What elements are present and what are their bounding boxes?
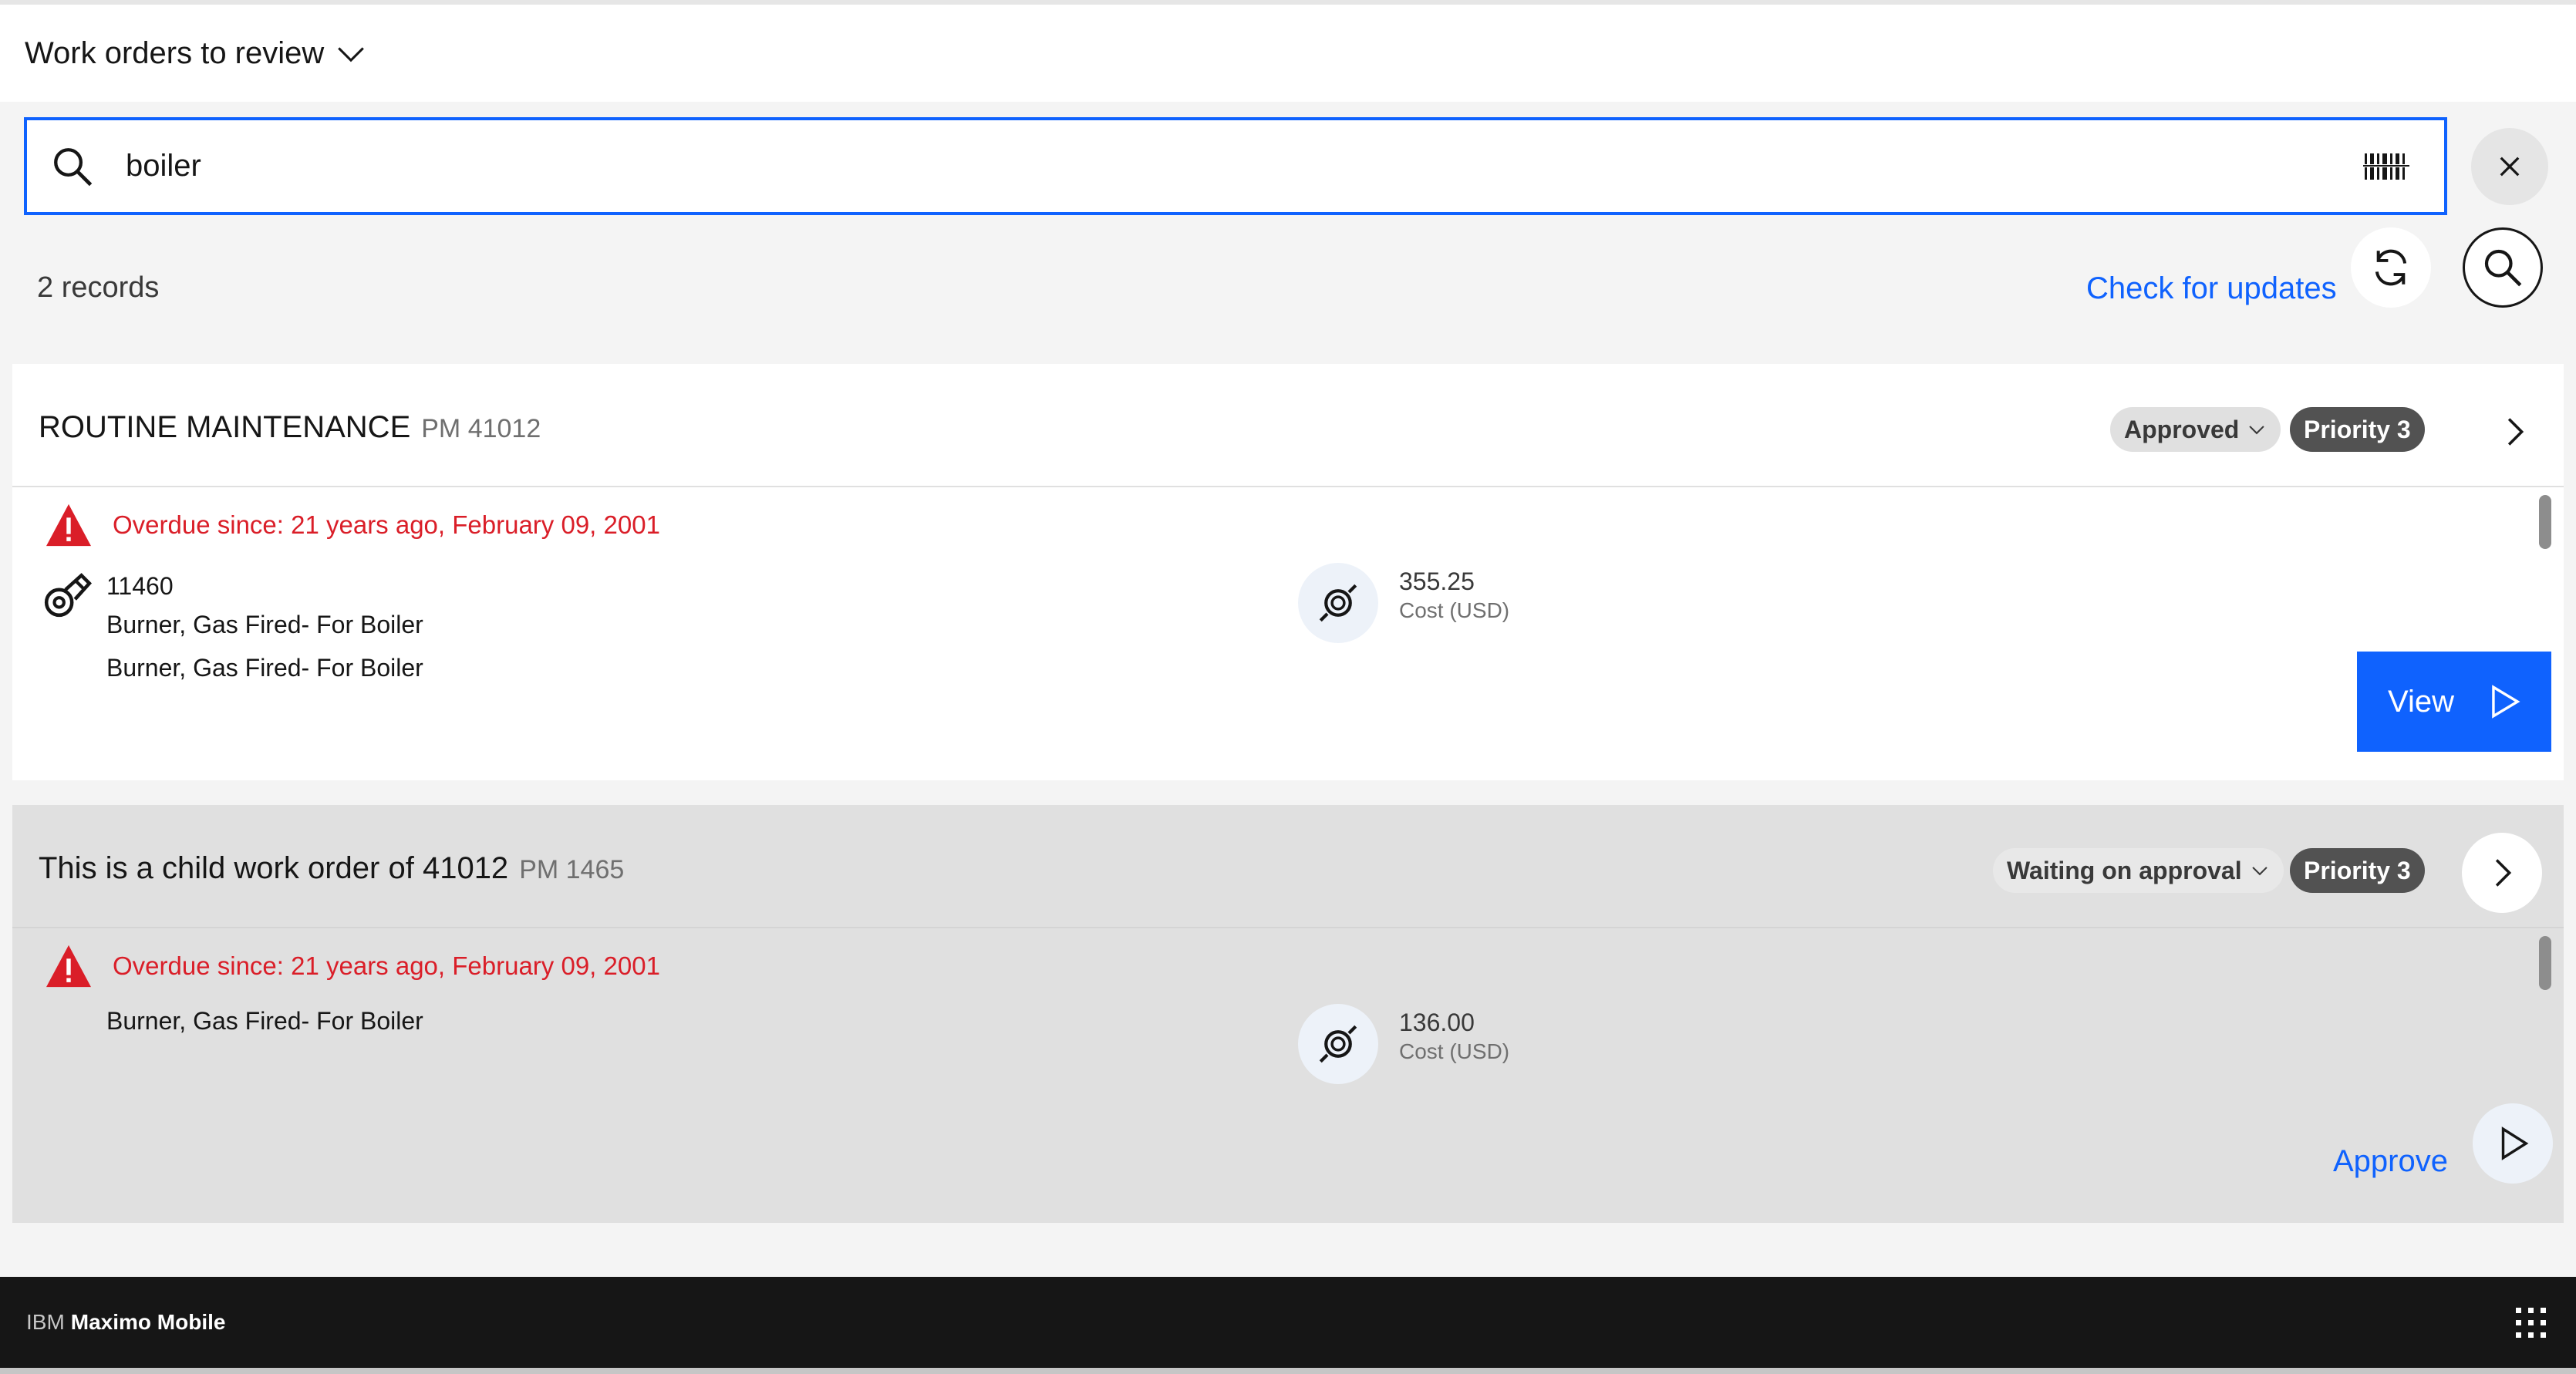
overdue-text: Overdue since: 21 years ago, February 09… — [113, 510, 660, 539]
play-icon — [2501, 1126, 2529, 1160]
search-icon — [2484, 249, 2522, 287]
approve-link[interactable]: Approve — [2333, 1144, 2448, 1179]
work-order-title: This is a child work order of 41012 PM 14… — [39, 851, 624, 886]
work-order-description: Burner, Gas Fired- For Boiler — [106, 654, 423, 682]
search-toggle-button[interactable] — [2463, 227, 2543, 308]
page-header: Work orders to review — [0, 5, 2576, 102]
asset-description: Burner, Gas Fired- For Boiler — [106, 611, 423, 638]
search-input[interactable] — [118, 149, 2359, 184]
search-icon — [27, 120, 118, 212]
overdue-text: Overdue since: 21 years ago, February 09… — [113, 951, 660, 980]
app-root: Work orders to review 2 re — [0, 0, 2576, 1374]
cost-icon — [1298, 563, 1378, 643]
open-work-order-button[interactable] — [2474, 392, 2554, 472]
check-for-updates-link[interactable]: Check for updates — [2086, 271, 2337, 306]
status-tag-label: Approved — [2124, 415, 2240, 443]
work-order-pm: PM 1465 — [519, 855, 625, 884]
card-header: This is a child work order of 41012 PM 14… — [12, 805, 2564, 928]
priority-tag: Priority 3 — [2290, 848, 2425, 893]
chevron-down-icon[interactable] — [335, 37, 367, 69]
status-tag-dropdown[interactable]: Waiting on approval — [1993, 848, 2284, 893]
app-switcher-grid-icon[interactable] — [2514, 1306, 2548, 1340]
approve-button[interactable] — [2473, 1103, 2553, 1184]
play-icon — [2485, 682, 2524, 721]
card-header: ROUTINE MAINTENANCE PM 41012 Approved Pri… — [12, 364, 2564, 487]
work-order-card[interactable]: ROUTINE MAINTENANCE PM 41012 Approved Pri… — [12, 364, 2564, 780]
records-count: 2 records — [37, 271, 160, 304]
view-button-label: View — [2388, 684, 2454, 719]
view-button[interactable]: View — [2357, 652, 2551, 752]
work-order-description: Burner, Gas Fired- For Boiler — [106, 1007, 423, 1035]
card-scrollbar[interactable] — [2539, 495, 2551, 549]
cost-label: Cost (USD) — [1399, 598, 1510, 622]
search-bar — [24, 117, 2447, 215]
close-icon — [2500, 157, 2520, 177]
chevron-right-icon — [2507, 418, 2524, 446]
status-tag-dropdown[interactable]: Approved — [2110, 407, 2281, 452]
priority-tag: Priority 3 — [2290, 407, 2425, 452]
app-footer: IBM Maximo Mobile — [0, 1277, 2576, 1368]
barcode-icon[interactable] — [2359, 143, 2413, 190]
open-work-order-button[interactable] — [2462, 833, 2542, 913]
bottom-strip — [0, 1368, 2576, 1374]
clear-search-button[interactable] — [2471, 128, 2548, 205]
warning-icon — [43, 501, 94, 549]
cost-value: 136.00 — [1399, 1009, 1475, 1036]
brand-name: Maximo Mobile — [70, 1310, 226, 1334]
overdue-warning: Overdue since: 21 years ago, February 09… — [43, 501, 660, 549]
work-order-title-text: This is a child work order of 41012 — [39, 851, 509, 885]
status-tag-label: Waiting on approval — [2007, 856, 2242, 884]
asset-icon — [40, 567, 94, 621]
brand-prefix: IBM — [26, 1310, 65, 1334]
cost-label: Cost (USD) — [1399, 1039, 1510, 1063]
card-scrollbar[interactable] — [2539, 936, 2551, 990]
overdue-warning: Overdue since: 21 years ago, February 09… — [43, 942, 660, 990]
chevron-down-icon — [2247, 419, 2267, 439]
chevron-right-icon — [2495, 859, 2512, 887]
work-order-card[interactable]: This is a child work order of 41012 PM 14… — [12, 805, 2564, 1223]
cost-value: 355.25 — [1399, 567, 1475, 595]
work-order-title-text: ROUTINE MAINTENANCE — [39, 410, 411, 444]
refresh-button[interactable] — [2351, 227, 2431, 308]
warning-icon — [43, 942, 94, 990]
refresh-icon — [2375, 249, 2407, 286]
cost-icon — [1298, 1004, 1378, 1084]
chevron-down-icon — [2250, 860, 2270, 881]
asset-number: 11460 — [106, 572, 174, 600]
work-order-pm: PM 41012 — [421, 414, 541, 443]
work-order-title: ROUTINE MAINTENANCE PM 41012 — [39, 410, 541, 445]
page-title-dropdown[interactable]: Work orders to review — [25, 36, 324, 71]
